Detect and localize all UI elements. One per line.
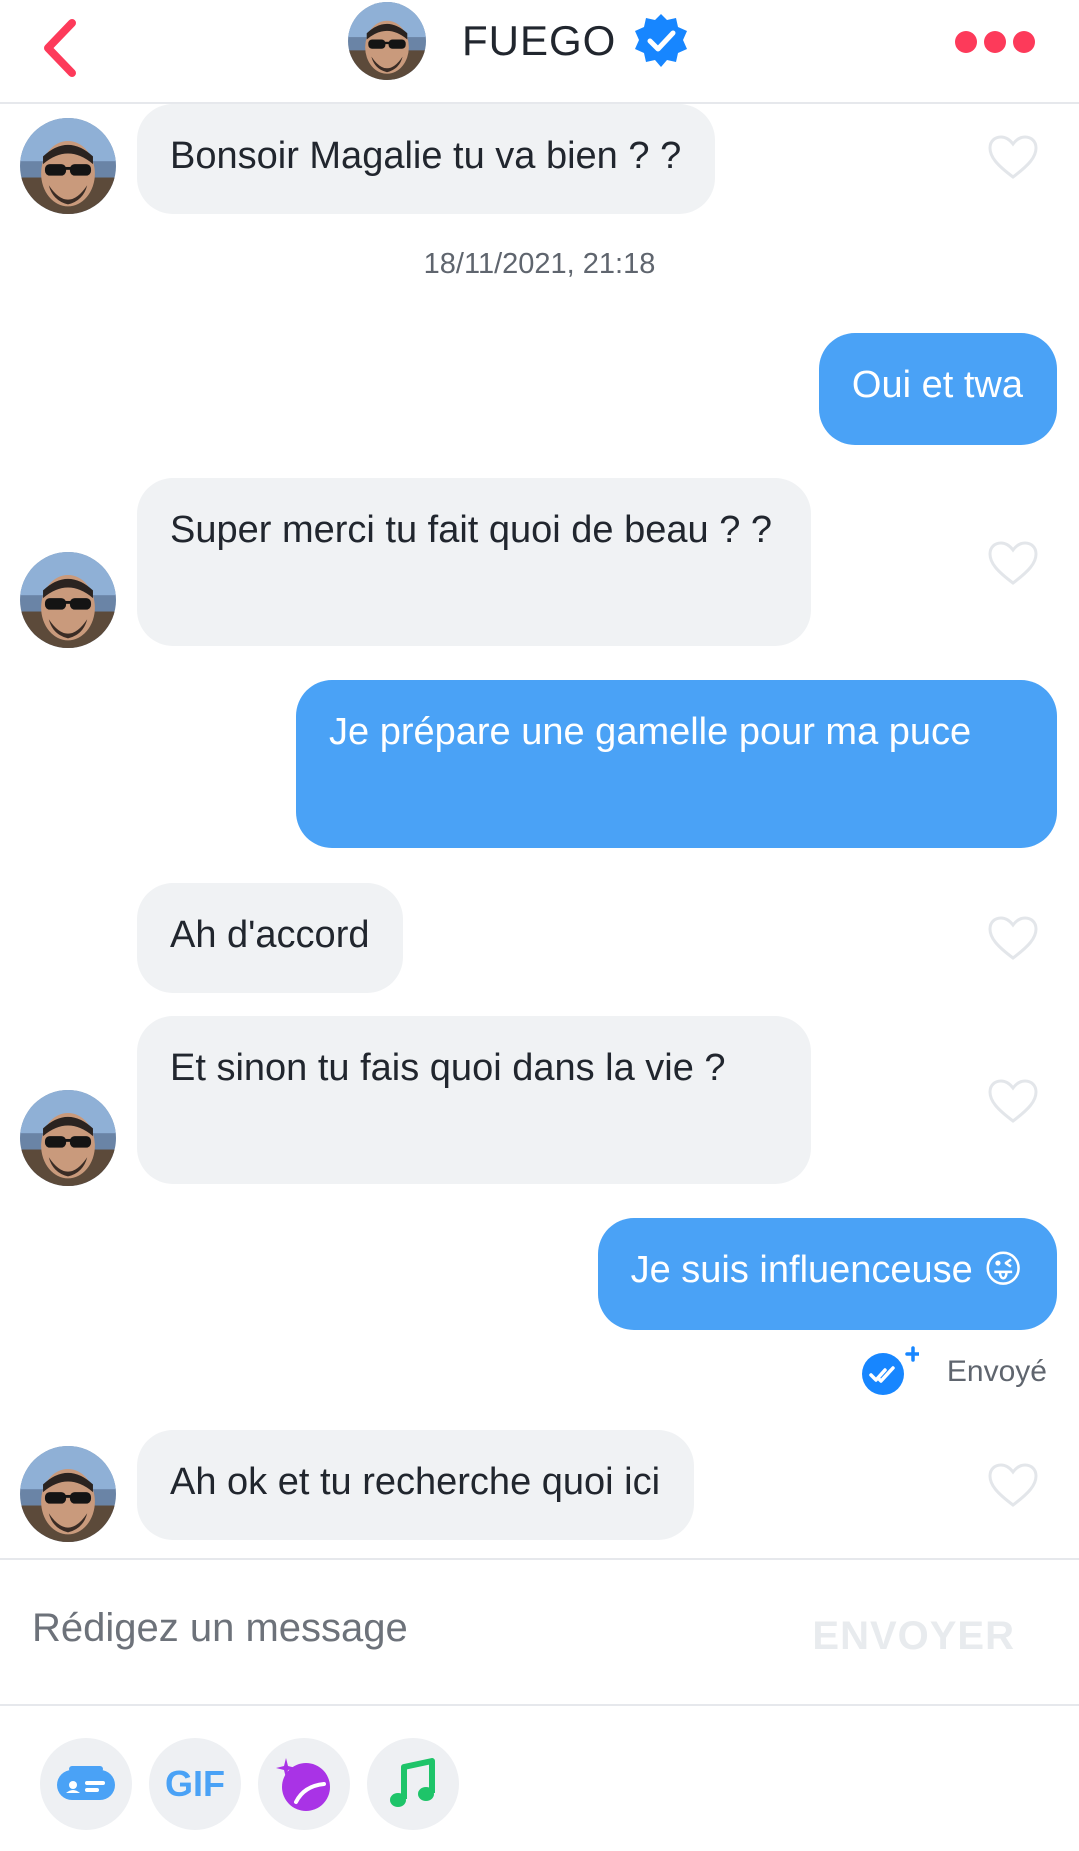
message-bubble-incoming[interactable]: Et sinon tu fais quoi dans la vie ?: [137, 1016, 811, 1184]
more-options-button[interactable]: [955, 28, 1035, 56]
heart-icon[interactable]: [987, 1462, 1039, 1508]
message-bubble-incoming[interactable]: Bonsoir Magalie tu va bien ? ?: [137, 104, 716, 214]
message-bubble-incoming[interactable]: Ah ok et tu recherche quoi ici: [137, 1430, 695, 1540]
music-note-icon: [390, 1758, 435, 1807]
message-bubble-incoming[interactable]: Super merci tu fait quoi de beau ? ?: [137, 478, 811, 646]
back-button[interactable]: [30, 8, 90, 88]
verified-badge-icon: [632, 12, 690, 70]
message-bubble-outgoing[interactable]: Oui et twa: [818, 333, 1057, 445]
read-receipt-icon: [861, 1346, 921, 1398]
gif-icon: GIF: [165, 1763, 225, 1804]
avatar[interactable]: [20, 552, 116, 648]
message-bubble-outgoing[interactable]: Je suis influenceuse 😜: [597, 1218, 1057, 1330]
gif-button[interactable]: GIF: [149, 1738, 241, 1830]
send-button[interactable]: ENVOYER: [812, 1614, 1015, 1659]
heart-icon[interactable]: [987, 540, 1039, 586]
composer-tools: GIF: [40, 1738, 476, 1830]
music-button[interactable]: [367, 1738, 459, 1830]
avatar[interactable]: [20, 1446, 116, 1542]
sticker-icon: [276, 1758, 330, 1811]
message-bubble-incoming[interactable]: Ah d'accord: [137, 883, 404, 993]
match-profile-link[interactable]: FUEGO: [348, 2, 690, 80]
heart-icon[interactable]: [987, 915, 1039, 961]
avatar[interactable]: [20, 1090, 116, 1186]
chevron-left-icon: [44, 19, 76, 77]
sticker-button[interactable]: [258, 1738, 350, 1830]
more-dots-icon: [955, 31, 977, 53]
match-name: FUEGO: [462, 17, 617, 64]
message-timestamp: 18/11/2021, 21:18: [423, 248, 656, 280]
avatar[interactable]: [348, 2, 426, 80]
message-composer: ENVOYER: [0, 1558, 1079, 1706]
avatar[interactable]: [20, 118, 116, 214]
heart-icon[interactable]: [987, 134, 1039, 180]
message-bubble-outgoing[interactable]: Je prépare une gamelle pour ma puce: [296, 680, 1057, 848]
more-dot: [1013, 31, 1035, 53]
message-input[interactable]: [32, 1598, 712, 1658]
contact-card-button[interactable]: [40, 1738, 132, 1830]
sent-status: Envoyé: [861, 1346, 1047, 1398]
heart-icon[interactable]: [987, 1078, 1039, 1124]
sent-status-label: Envoyé: [946, 1355, 1047, 1388]
more-dot: [984, 31, 1006, 53]
chat-header: FUEGO: [0, 0, 1079, 104]
contact-card-icon: [57, 1766, 115, 1800]
